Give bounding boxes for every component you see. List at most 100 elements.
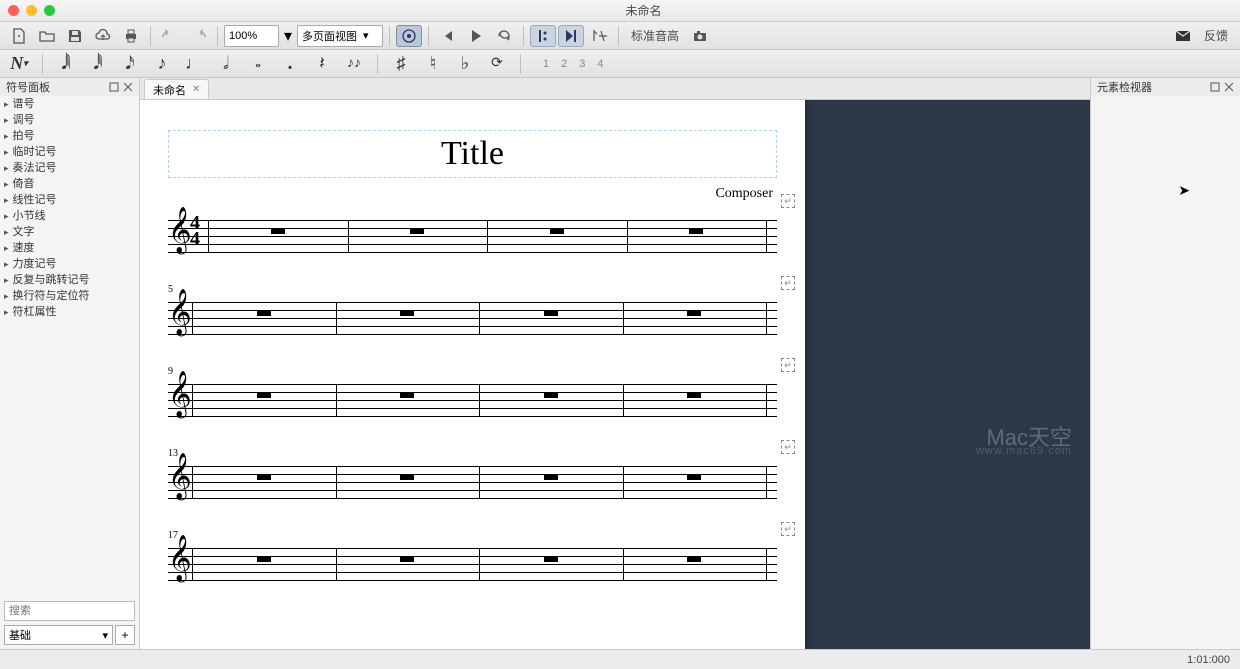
palette-item[interactable]: 换行符与定位符 (0, 288, 139, 304)
whole-rest[interactable] (410, 229, 424, 234)
whole-rest[interactable] (257, 393, 271, 398)
close-tab-icon[interactable]: ✕ (192, 84, 200, 95)
barline (479, 302, 480, 335)
new-file-button[interactable] (6, 25, 32, 47)
repeat-end-button[interactable] (558, 25, 584, 47)
whole-rest[interactable] (257, 311, 271, 316)
staff-system[interactable]: 9↵𝄞 (168, 380, 777, 420)
palette-item[interactable]: 奏法记号 (0, 160, 139, 176)
whole-rest[interactable] (687, 557, 701, 562)
whole-rest[interactable] (257, 475, 271, 480)
whole-rest[interactable] (400, 393, 414, 398)
whole-rest[interactable] (400, 475, 414, 480)
metronome-button[interactable] (396, 25, 422, 47)
staff-system[interactable]: 17↵𝄞 (168, 544, 777, 584)
undo-button[interactable] (157, 25, 183, 47)
flat-button[interactable]: ♭ (452, 52, 478, 76)
zoom-dropdown-button[interactable]: ▾ (281, 26, 295, 46)
palette-item[interactable]: 符杠属性 (0, 304, 139, 320)
feedback-button[interactable]: 反馈 (1198, 27, 1234, 44)
screenshot-button[interactable] (687, 25, 713, 47)
whole-rest[interactable] (257, 557, 271, 562)
whole-rest[interactable] (400, 311, 414, 316)
whole-rest[interactable] (271, 229, 285, 234)
voice-2-button[interactable]: 2 (557, 58, 571, 70)
close-window-button[interactable] (8, 5, 19, 16)
repeat-start-button[interactable] (530, 25, 556, 47)
score-composer[interactable]: Composer (168, 186, 777, 202)
close-panel-icon[interactable] (1224, 82, 1234, 92)
note-8th-button[interactable]: ♪ (149, 52, 175, 76)
palette-item[interactable]: 速度 (0, 240, 139, 256)
minimize-window-button[interactable] (26, 5, 37, 16)
score-viewport[interactable]: Title Composer ↵𝄞445↵𝄞9↵𝄞13↵𝄞17↵𝄞 Mac天空 … (140, 100, 1090, 649)
tie-button[interactable]: ♪♪ (341, 52, 367, 76)
voice-1-button[interactable]: 1 (539, 58, 553, 70)
note-16th-button[interactable]: 𝅘𝅥𝅯 (117, 52, 143, 76)
flip-button[interactable]: ⟳ (484, 52, 510, 76)
voice-3-button[interactable]: 3 (575, 58, 589, 70)
view-mode-select[interactable]: 多页面视图▾ (297, 25, 383, 47)
zoom-field[interactable]: 100% (224, 25, 279, 47)
whole-rest[interactable] (400, 557, 414, 562)
palette-item[interactable]: 力度记号 (0, 256, 139, 272)
detach-icon[interactable] (109, 82, 119, 92)
rest-button[interactable]: 𝄽 (309, 52, 335, 76)
note-input-mode-button[interactable]: N▾ (6, 52, 32, 76)
staff-system[interactable]: 13↵𝄞 (168, 462, 777, 502)
palette-item[interactable]: 文字 (0, 224, 139, 240)
whole-rest[interactable] (544, 475, 558, 480)
close-panel-icon[interactable] (123, 82, 133, 92)
detach-icon[interactable] (1210, 82, 1220, 92)
rewind-button[interactable] (435, 25, 461, 47)
note-dot-button[interactable]: . (277, 52, 303, 76)
cloud-button[interactable] (90, 25, 116, 47)
palette-item[interactable]: 调号 (0, 112, 139, 128)
whole-rest[interactable] (687, 393, 701, 398)
redo-button[interactable] (185, 25, 211, 47)
staff-system[interactable]: 5↵𝄞 (168, 298, 777, 338)
whole-rest[interactable] (544, 311, 558, 316)
whole-rest[interactable] (544, 557, 558, 562)
note-64th-button[interactable]: 𝅘𝅥𝅲 (53, 52, 79, 76)
print-button[interactable] (118, 25, 144, 47)
concert-pitch-button[interactable]: 标准音高 (625, 27, 685, 44)
note-32nd-button[interactable]: 𝅘𝅥𝅱 (85, 52, 111, 76)
whole-rest[interactable] (687, 475, 701, 480)
note-half-button[interactable]: 𝅗𝅥 (213, 52, 239, 76)
mail-icon[interactable] (1170, 25, 1196, 47)
voice-4-button[interactable]: 4 (593, 58, 607, 70)
staff-system[interactable]: ↵𝄞44 (168, 216, 777, 256)
save-button[interactable] (62, 25, 88, 47)
palette-item[interactable]: 倚音 (0, 176, 139, 192)
palette-item[interactable]: 拍号 (0, 128, 139, 144)
main-toolbar: 100% ▾ 多页面视图▾ 标准音高 反馈 (0, 22, 1240, 50)
play-button[interactable] (463, 25, 489, 47)
whole-rest[interactable] (689, 229, 703, 234)
palette-item[interactable]: 临时记号 (0, 144, 139, 160)
whole-rest[interactable] (550, 229, 564, 234)
palette-item[interactable]: 小节线 (0, 208, 139, 224)
whole-rest[interactable] (687, 311, 701, 316)
barline (627, 220, 628, 253)
barline (623, 466, 624, 499)
note-quarter-button[interactable]: ♩ (181, 52, 207, 76)
note-whole-button[interactable]: 𝅝 (245, 52, 271, 76)
maximize-window-button[interactable] (44, 5, 55, 16)
inspector-panel-title: 元素检视器 (1097, 79, 1152, 95)
palette-item[interactable]: 反复与跳转记号 (0, 272, 139, 288)
palette-search-input[interactable] (4, 601, 135, 621)
time-signature[interactable]: 44 (190, 215, 200, 247)
palette-item[interactable]: 谱号 (0, 96, 139, 112)
open-file-button[interactable] (34, 25, 60, 47)
sharp-button[interactable]: ♯ (388, 52, 414, 76)
natural-button[interactable]: ♮ (420, 52, 446, 76)
loop-button[interactable] (491, 25, 517, 47)
palette-workspace-select[interactable]: 基础▾ (4, 625, 113, 645)
whole-rest[interactable] (544, 393, 558, 398)
count-in-button[interactable] (586, 25, 612, 47)
palette-item[interactable]: 线性记号 (0, 192, 139, 208)
score-title[interactable]: Title (168, 130, 777, 178)
palette-add-button[interactable]: + (115, 625, 135, 645)
document-tab[interactable]: 未命名 ✕ (144, 79, 209, 99)
